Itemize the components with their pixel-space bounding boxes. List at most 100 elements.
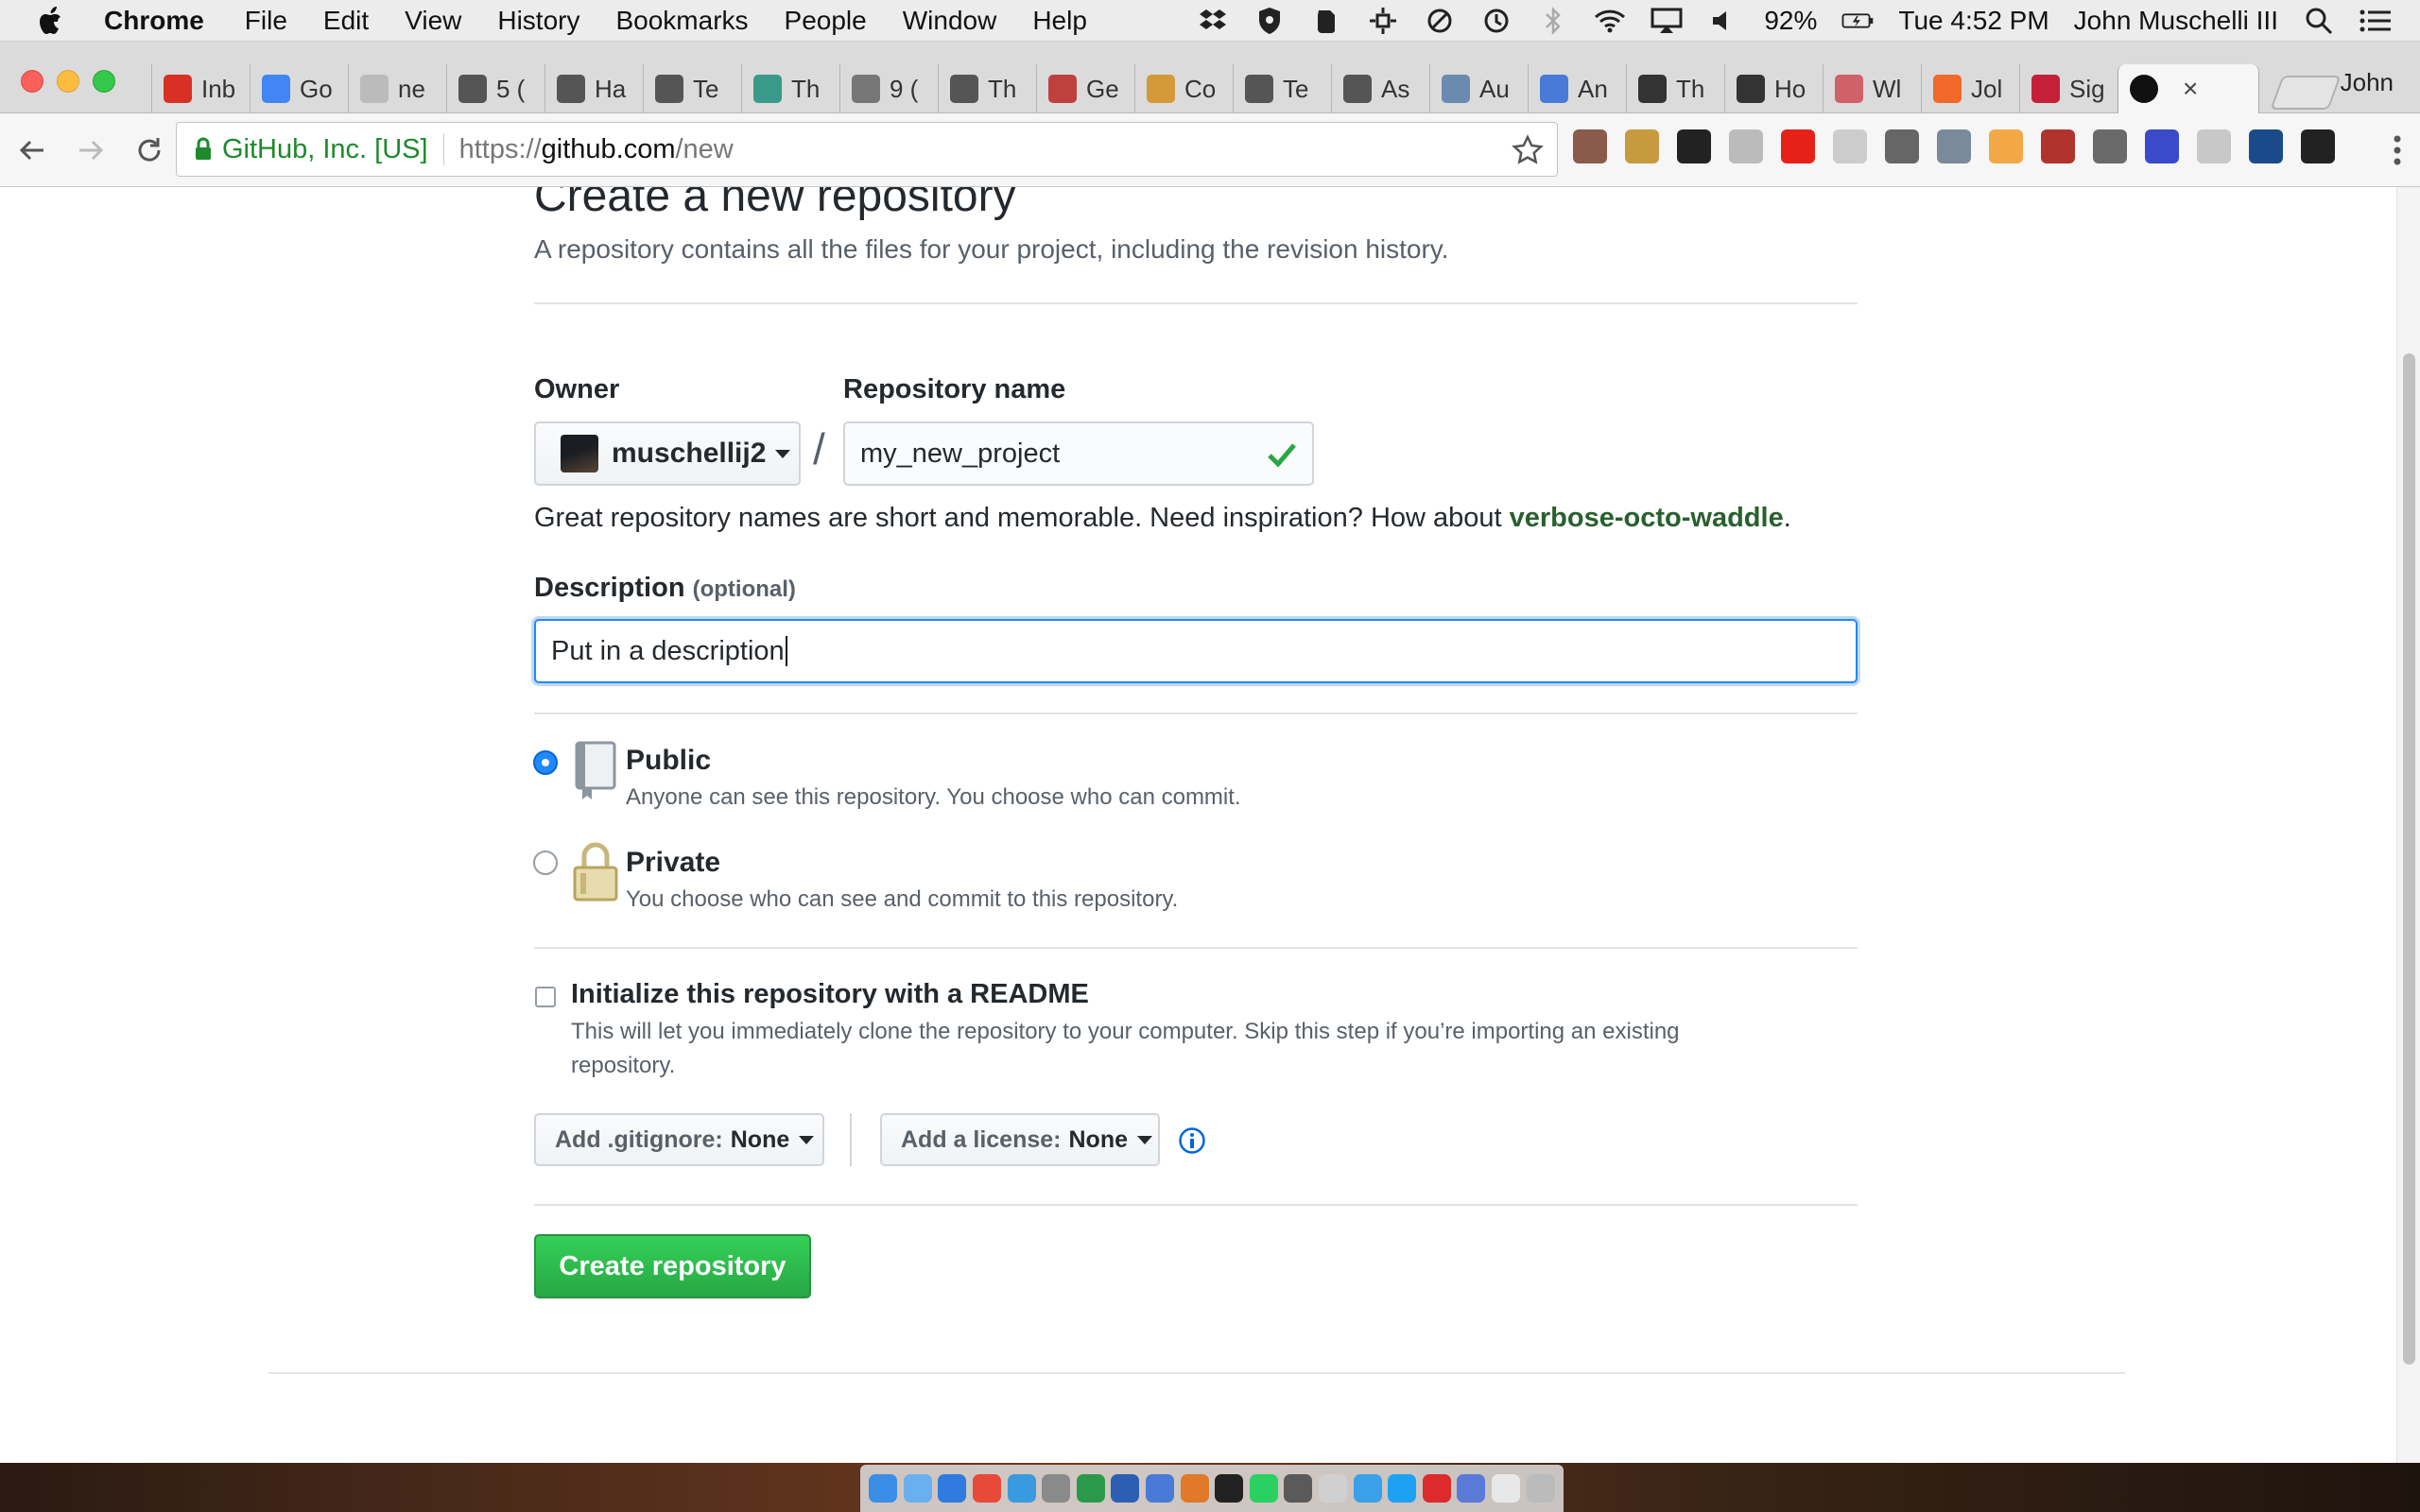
menu-file[interactable]: File	[227, 6, 305, 36]
bubbles-ext-icon[interactable]	[2093, 129, 2127, 163]
dock-app-icon[interactable]	[1284, 1474, 1313, 1503]
dock-app-icon[interactable]	[1111, 1474, 1140, 1503]
tab[interactable]: Th	[938, 64, 1036, 113]
dock-app-icon[interactable]	[903, 1474, 932, 1503]
volume-icon[interactable]	[1707, 8, 1739, 34]
dock-app-icon[interactable]	[1042, 1474, 1071, 1503]
info-icon[interactable]	[1178, 1126, 1206, 1155]
tab[interactable]: Au	[1429, 64, 1528, 113]
tab[interactable]: Th	[741, 64, 839, 113]
dock-app-icon[interactable]	[1146, 1474, 1175, 1503]
close-tab-icon[interactable]: ×	[2183, 74, 2198, 104]
tab[interactable]: Ho	[1724, 64, 1823, 113]
dock-app-icon[interactable]	[973, 1474, 1002, 1503]
tab[interactable]: Ge	[1036, 64, 1134, 113]
ublock-ext-icon[interactable]	[2041, 129, 2075, 163]
clock[interactable]: Tue 4:52 PM	[1898, 6, 2048, 36]
public-radio[interactable]	[533, 750, 558, 775]
satellite-ext-icon[interactable]	[1937, 129, 1971, 163]
dock-app-icon[interactable]	[1249, 1474, 1278, 1503]
private-title[interactable]: Private	[626, 847, 720, 879]
menu-people[interactable]: People	[767, 6, 885, 36]
tab[interactable]: As	[1331, 64, 1429, 113]
readme-title[interactable]: Initialize this repository with a README	[571, 979, 1089, 1010]
tab[interactable]: An	[1528, 64, 1626, 113]
time-machine-icon[interactable]	[1480, 8, 1512, 34]
dock-app-icon[interactable]	[1353, 1474, 1382, 1503]
spotlight-search-icon[interactable]	[2303, 8, 2335, 34]
suggested-name-link[interactable]: verbose-octo-waddle	[1510, 503, 1784, 533]
tab[interactable]: 9 (	[839, 64, 938, 113]
tab[interactable]: ne	[348, 64, 446, 113]
menu-window[interactable]: Window	[885, 6, 1015, 36]
menu-history[interactable]: History	[479, 6, 597, 36]
tab[interactable]: Wl	[1823, 64, 1921, 113]
chart-ext-icon[interactable]	[2249, 129, 2283, 163]
dock-app-icon[interactable]	[1491, 1474, 1520, 1503]
create-repository-button[interactable]: Create repository	[534, 1234, 811, 1298]
search-ext-icon[interactable]	[1833, 129, 1867, 163]
evernote-icon[interactable]	[1310, 8, 1342, 34]
chrome-menu-icon[interactable]	[2392, 134, 2403, 171]
bluetooth-icon[interactable]	[1537, 6, 1569, 35]
tab[interactable]: Te	[1233, 64, 1331, 113]
dock-app-icon[interactable]	[1180, 1474, 1209, 1503]
new-tab-button[interactable]	[2270, 76, 2342, 110]
secure-lock-icon[interactable]	[194, 137, 213, 162]
bookmark-star-icon[interactable]	[1512, 134, 1544, 166]
minimize-window-button[interactable]	[57, 70, 79, 93]
dock-app-icon[interactable]	[1457, 1474, 1486, 1503]
repo-name-input[interactable]: my_new_project	[843, 421, 1314, 486]
address-bar[interactable]: GitHub, Inc. [US] https://github.com/new	[176, 122, 1558, 177]
tab-active[interactable]: ×	[2118, 64, 2259, 113]
dock-app-icon[interactable]	[1526, 1474, 1555, 1503]
public-title[interactable]: Public	[626, 745, 711, 777]
dropbox-icon[interactable]	[1197, 8, 1229, 34]
tab[interactable]: Ha	[544, 64, 643, 113]
wifi-icon[interactable]	[1594, 8, 1626, 34]
scrollbar-thumb[interactable]	[2403, 353, 2415, 1365]
airplay-icon[interactable]	[1651, 8, 1683, 34]
back-button[interactable]	[6, 124, 59, 177]
dock-app-icon[interactable]	[938, 1474, 967, 1503]
ev-certificate-label[interactable]: GitHub, Inc. [US]	[222, 134, 428, 165]
owner-select[interactable]: muschellij2	[534, 421, 801, 486]
blank-ext-icon[interactable]	[2197, 129, 2231, 163]
dock-app-icon[interactable]	[1319, 1474, 1348, 1503]
c-ext-icon[interactable]	[2145, 129, 2179, 163]
close-window-button[interactable]	[21, 70, 43, 93]
youtube-ext-icon[interactable]	[1781, 129, 1815, 163]
dropbox-ext-icon[interactable]	[1729, 129, 1763, 163]
app-menu-chrome[interactable]: Chrome	[104, 6, 227, 36]
private-radio[interactable]	[533, 850, 558, 875]
gitignore-select[interactable]: Add .gitignore: None	[534, 1113, 824, 1166]
menu-edit[interactable]: Edit	[305, 6, 387, 36]
evernote-ext-icon[interactable]	[1677, 129, 1711, 163]
user-name[interactable]: John Muschelli III	[2074, 6, 2278, 36]
amazon-ext-icon[interactable]	[1989, 129, 2023, 163]
menu-bookmarks[interactable]: Bookmarks	[597, 6, 766, 36]
ext-face-icon[interactable]	[1625, 129, 1659, 163]
ext-round-icon[interactable]	[1573, 129, 1607, 163]
move-icon[interactable]	[1367, 7, 1399, 34]
dock-app-icon[interactable]	[869, 1474, 898, 1503]
tab[interactable]: Sig	[2019, 64, 2118, 113]
notification-center-icon[interactable]	[2360, 8, 2392, 34]
zoom-window-button[interactable]	[93, 70, 115, 93]
tab[interactable]: Co	[1134, 64, 1233, 113]
readme-checkbox[interactable]	[535, 987, 556, 1007]
description-input[interactable]: Put in a description	[534, 619, 1858, 683]
tab[interactable]: Go	[250, 64, 348, 113]
dock-app-icon[interactable]	[1007, 1474, 1036, 1503]
menu-view[interactable]: View	[387, 6, 479, 36]
cast-ext-icon[interactable]	[1885, 129, 1919, 163]
amazon-smile-ext-icon[interactable]	[2301, 129, 2335, 163]
tab[interactable]: 5 (	[446, 64, 544, 113]
license-select[interactable]: Add a license: None	[880, 1113, 1160, 1166]
reload-button[interactable]	[123, 124, 176, 177]
tab[interactable]: Inb	[151, 64, 250, 113]
apple-menu-icon[interactable]	[0, 6, 104, 36]
menu-help[interactable]: Help	[1014, 6, 1105, 36]
battery-icon[interactable]	[1841, 8, 1874, 34]
forward-button[interactable]	[64, 124, 117, 177]
